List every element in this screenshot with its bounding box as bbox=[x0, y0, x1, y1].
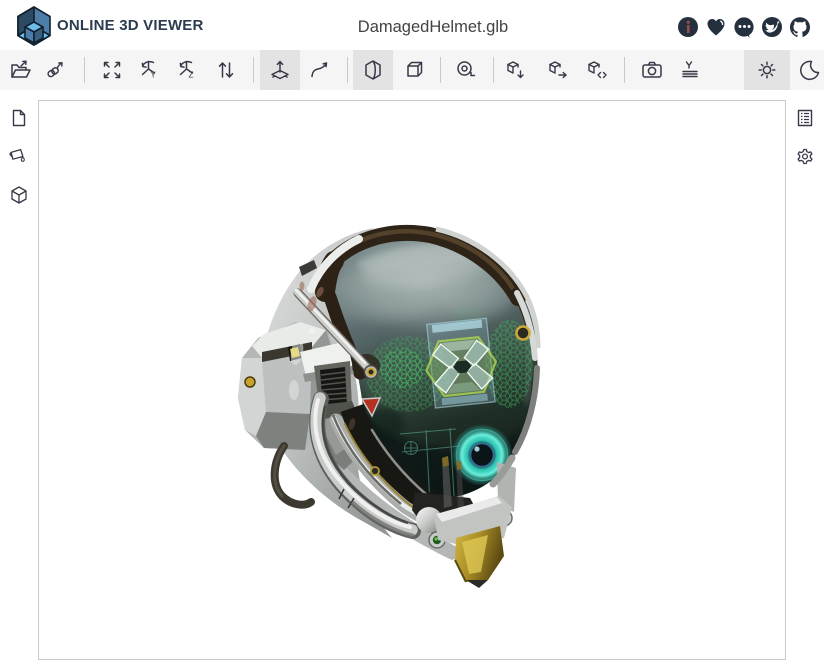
svg-text:Y: Y bbox=[151, 71, 157, 80]
svg-text:Z: Z bbox=[189, 71, 194, 80]
